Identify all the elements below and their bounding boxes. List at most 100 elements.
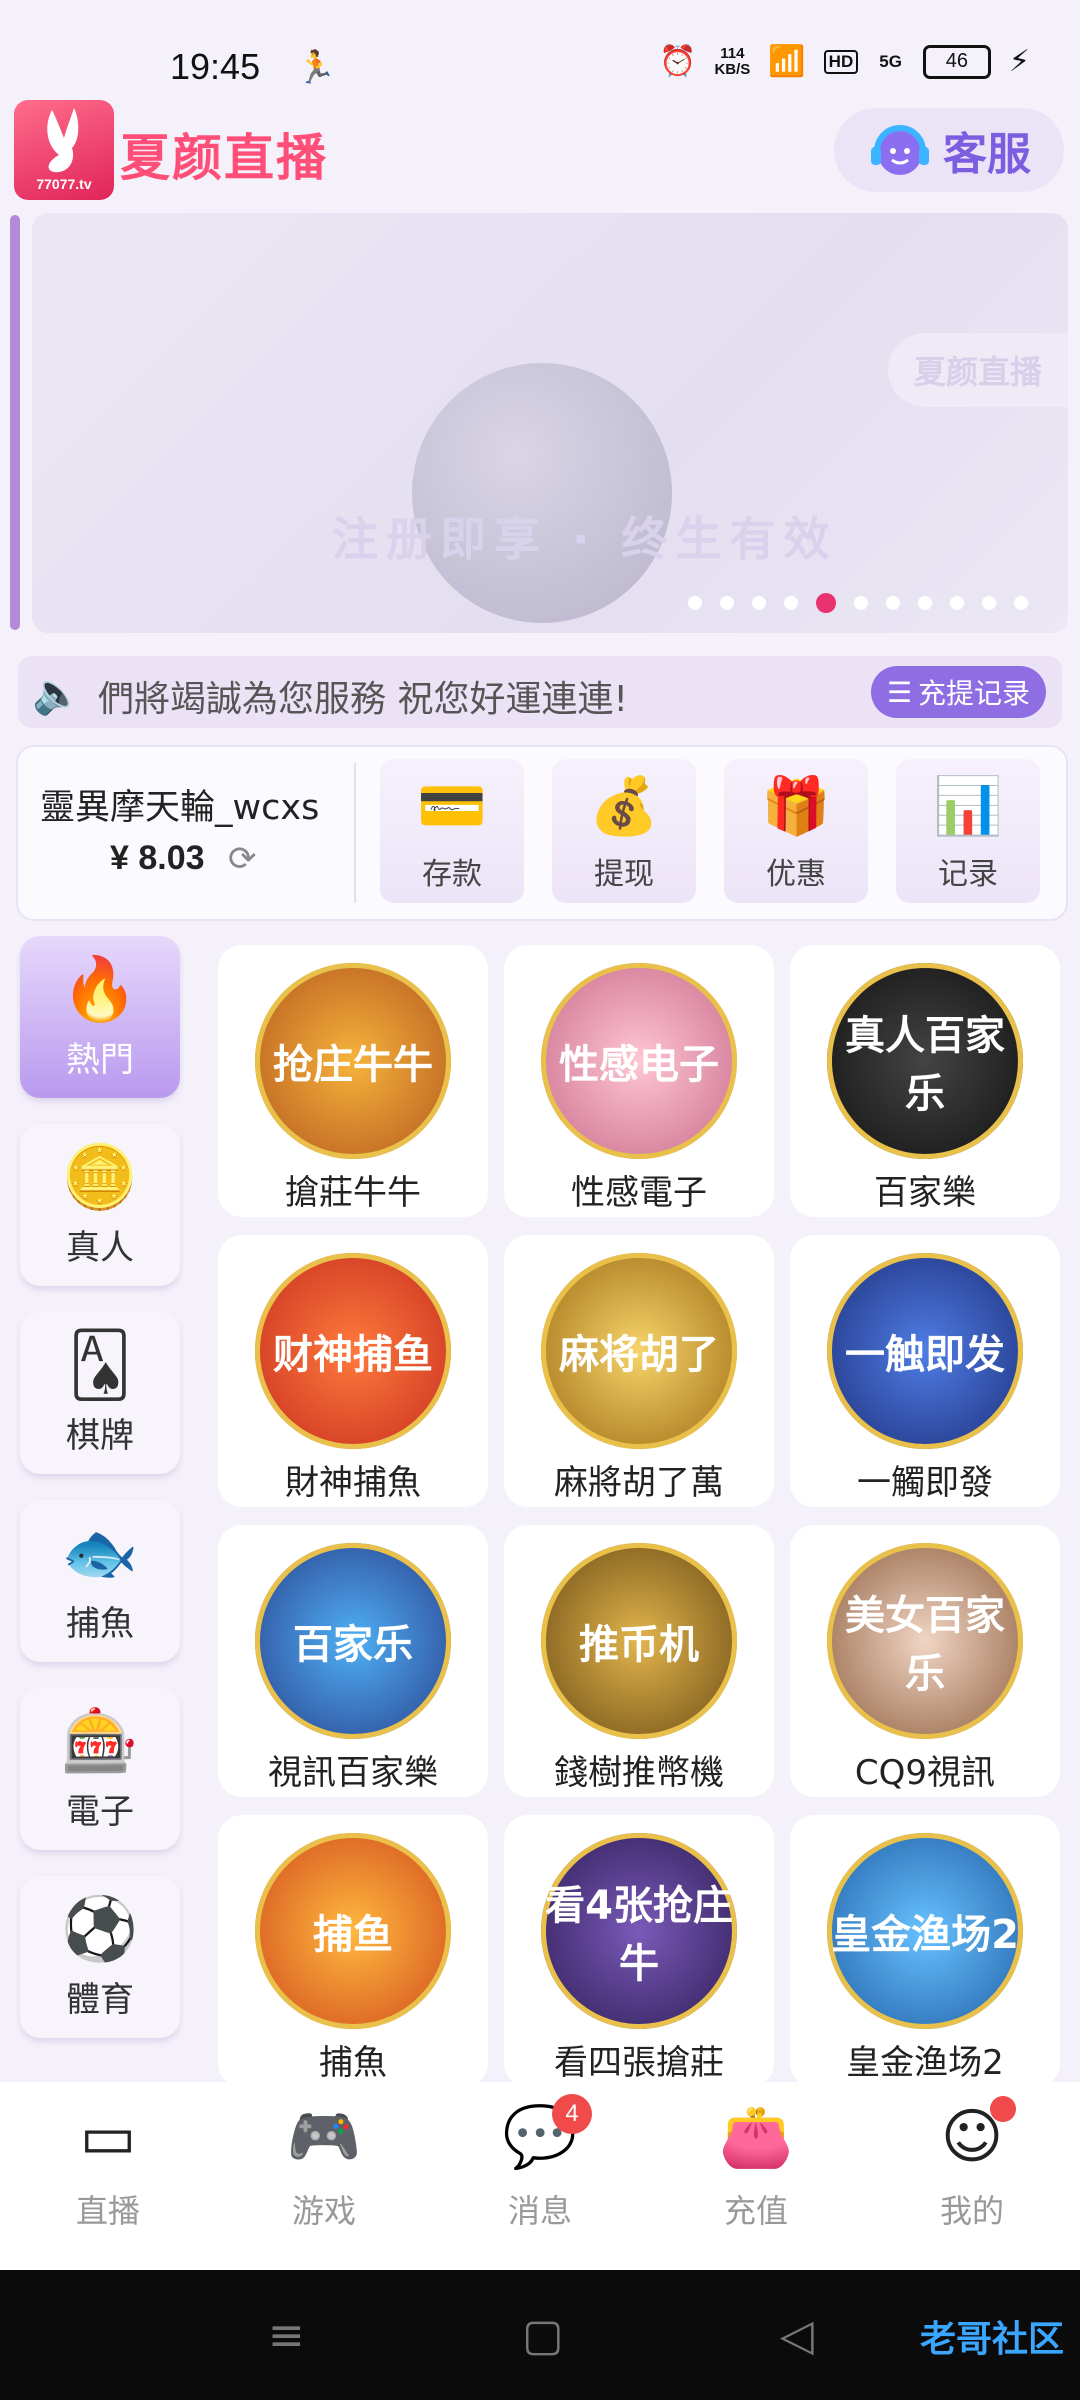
card-icon: 💳 bbox=[417, 774, 487, 839]
banner-tagline: 注册即享 · 终生有效 bbox=[332, 512, 838, 566]
refresh-icon[interactable]: ⟳ bbox=[228, 839, 257, 879]
game-tile[interactable]: 真人百家乐 百家樂 bbox=[790, 945, 1060, 1217]
game-tile[interactable]: 看4张抢庄牛看四張搶莊 bbox=[504, 1815, 774, 2087]
game-icon: 美女百家乐 bbox=[827, 1543, 1023, 1739]
wallet-icon: 👛 bbox=[718, 2102, 794, 2172]
nav-label: 我的 bbox=[939, 2192, 1004, 2230]
game-name: 財神捕魚 bbox=[285, 1463, 421, 1503]
records-button[interactable]: ☰ 充提记录 bbox=[870, 666, 1046, 718]
game-name: 視訊百家樂 bbox=[268, 1753, 438, 1793]
hd-badge: HD bbox=[823, 49, 859, 74]
nav-label: 游戏 bbox=[291, 2192, 356, 2230]
activity-icon: 🏃 bbox=[296, 48, 336, 86]
wifi-icon: 📶 bbox=[768, 44, 806, 79]
slot-icon: 🎰 bbox=[61, 1703, 139, 1777]
home-icon[interactable]: ▢ bbox=[522, 2310, 564, 2361]
playing-card-icon: 🂡 bbox=[68, 1327, 132, 1401]
game-icon: 真人百家乐 bbox=[827, 963, 1023, 1159]
balance: ¥ 8.03 bbox=[110, 839, 205, 877]
nav-label: 直播 bbox=[75, 2192, 140, 2230]
nav-messages[interactable]: 💬 4 消息 bbox=[432, 2082, 648, 2270]
pagination-dot bbox=[918, 596, 932, 610]
game-icon: 麻将胡了 bbox=[541, 1253, 737, 1449]
fish-icon: 🐟 bbox=[61, 1515, 139, 1589]
category-fishing[interactable]: 🐟 捕魚 bbox=[20, 1500, 180, 1662]
game-tile[interactable]: 财神捕鱼 財神捕魚 bbox=[218, 1235, 488, 1507]
logo-site-text: 77077.tv bbox=[36, 176, 92, 192]
category-cards[interactable]: 🂡 棋牌 bbox=[20, 1312, 180, 1474]
game-tile[interactable]: 美女百家乐 CQ9視訊 bbox=[790, 1525, 1060, 1797]
game-icon: 性感电子 bbox=[541, 963, 737, 1159]
system-nav-bar: ≡ ▢ ◁ 老哥社区 bbox=[0, 2270, 1080, 2400]
game-icon: 财神捕鱼 bbox=[255, 1253, 451, 1449]
game-name: 百家樂 bbox=[874, 1173, 976, 1213]
record-label: 记录 bbox=[938, 857, 998, 892]
banner-prev-peek bbox=[10, 215, 20, 630]
nav-recharge[interactable]: 👛 充值 bbox=[648, 2082, 864, 2270]
game-icon: 抢庄牛牛 bbox=[255, 963, 451, 1159]
headset-icon bbox=[871, 125, 929, 175]
pagination-dot bbox=[720, 596, 734, 610]
category-label: 捕魚 bbox=[66, 1603, 134, 1644]
game-grid: 抢庄牛牛搶莊牛牛 性感电子 性感電子 真人百家乐百家樂 财神捕鱼財神捕魚 麻将胡了… bbox=[218, 945, 1060, 2087]
nav-live[interactable]: ▭ 直播 bbox=[0, 2082, 216, 2270]
app-title: 夏颜直播 bbox=[120, 129, 328, 187]
gamepad-icon: 🎮 bbox=[286, 2102, 362, 2172]
battery-icon: 46 bbox=[922, 44, 991, 79]
promo-button[interactable]: 🎁 优惠 bbox=[724, 759, 868, 903]
menu-icon[interactable]: ≡ bbox=[268, 2310, 305, 2361]
gift-icon: 🎁 bbox=[761, 774, 831, 839]
pagination-dot-active bbox=[816, 593, 836, 613]
banner-tag: 夏颜直播 bbox=[887, 333, 1068, 407]
notification-dot bbox=[990, 2096, 1016, 2122]
bar-chart-icon: 📊 bbox=[933, 774, 1003, 839]
game-icon: 看4张抢庄牛 bbox=[541, 1833, 737, 2029]
category-slots[interactable]: 🎰 電子 bbox=[20, 1688, 180, 1850]
nav-label: 消息 bbox=[507, 2192, 572, 2230]
status-time: 19:45 bbox=[170, 46, 261, 87]
pagination-dot bbox=[886, 596, 900, 610]
alarm-icon: ⏰ bbox=[659, 44, 697, 79]
game-tile[interactable]: 推币机 錢樹推幣機 bbox=[504, 1525, 774, 1797]
game-name: CQ9視訊 bbox=[854, 1753, 996, 1793]
category-label: 棋牌 bbox=[66, 1415, 134, 1456]
game-icon: 捕鱼 bbox=[255, 1833, 451, 2029]
category-sports[interactable]: ⚽ 體育 bbox=[20, 1876, 180, 2038]
category-live[interactable]: 🪙 真人 bbox=[20, 1124, 180, 1286]
game-tile[interactable]: 捕鱼 捕魚 bbox=[218, 1815, 488, 2087]
flame-icon: 🔥 bbox=[61, 951, 139, 1025]
promo-banner[interactable]: 注册即享 · 终生有效 夏颜直播 bbox=[32, 213, 1068, 633]
game-tile[interactable]: 皇金渔场2 皇金渔场2 bbox=[790, 1815, 1060, 2087]
pagination-dot bbox=[688, 596, 702, 610]
withdraw-button[interactable]: 💰 提现 bbox=[552, 759, 696, 903]
game-tile[interactable]: 抢庄牛牛 搶莊牛牛 bbox=[218, 945, 488, 1217]
banner-pagination bbox=[688, 593, 1028, 613]
back-icon[interactable]: ◁ bbox=[780, 2310, 814, 2361]
category-hot[interactable]: 🔥 熱門 bbox=[20, 936, 180, 1098]
signal-badge: 5G bbox=[879, 51, 902, 71]
game-name: 搶莊牛牛 bbox=[285, 1173, 421, 1213]
charging-icon: ⚡ bbox=[1008, 44, 1030, 79]
notice-text: 們將竭誠為您服務 祝您好運連連! bbox=[98, 679, 628, 720]
records-label: 充提记录 bbox=[917, 677, 1030, 710]
record-button[interactable]: 📊 记录 bbox=[896, 759, 1040, 903]
soccer-ball-icon: ⚽ bbox=[61, 1891, 139, 1965]
nav-games[interactable]: 🎮 游戏 bbox=[216, 2082, 432, 2270]
deposit-button[interactable]: 💳 存款 bbox=[380, 759, 524, 903]
customer-service-label: 客服 bbox=[943, 129, 1031, 180]
bottom-nav: ▭ 直播 🎮 游戏 💬 4 消息 👛 充值 ☺ 我的 bbox=[0, 2082, 1080, 2270]
game-tile[interactable]: 性感电子 性感電子 bbox=[504, 945, 774, 1217]
game-tile[interactable]: 百家乐 視訊百家樂 bbox=[218, 1525, 488, 1797]
net-speed-value: 114 bbox=[720, 44, 745, 62]
game-icon: 百家乐 bbox=[255, 1543, 451, 1739]
customer-service-button[interactable]: 客服 bbox=[834, 108, 1064, 192]
money-bag-icon: 💰 bbox=[589, 774, 659, 839]
game-name: 看四張搶莊 bbox=[554, 2043, 724, 2083]
game-tile[interactable]: 一触即发 一觸即發 bbox=[790, 1235, 1060, 1507]
moon-illustration bbox=[412, 363, 672, 623]
nav-profile[interactable]: ☺ 我的 bbox=[864, 2082, 1080, 2270]
game-icon: 皇金渔场2 bbox=[827, 1833, 1023, 2029]
unread-badge: 4 bbox=[552, 2094, 592, 2134]
game-tile[interactable]: 麻将胡了 麻將胡了萬 bbox=[504, 1235, 774, 1507]
nav-label: 充值 bbox=[723, 2192, 788, 2230]
